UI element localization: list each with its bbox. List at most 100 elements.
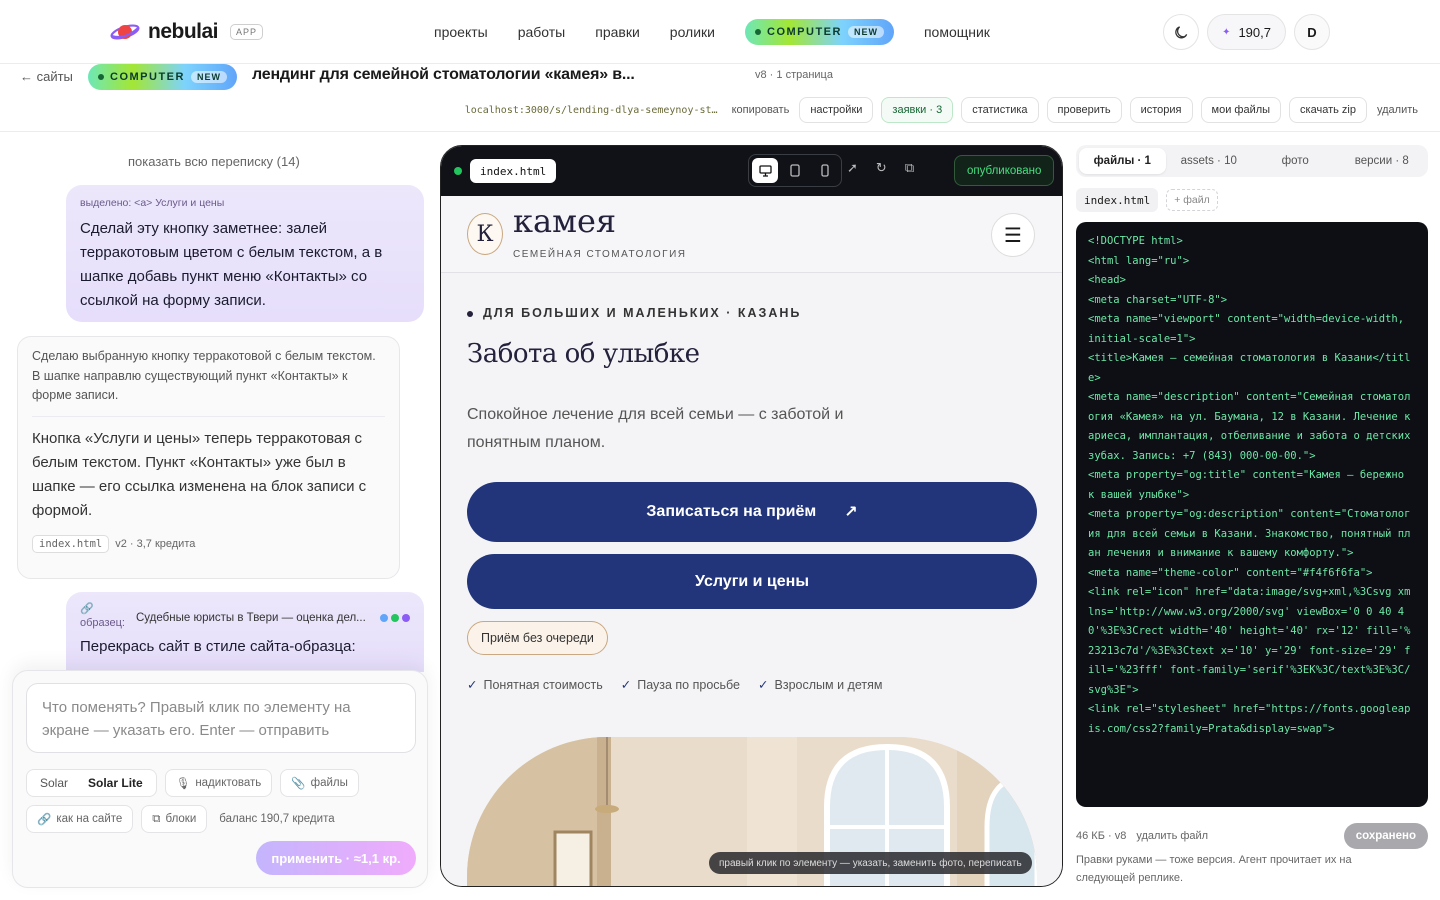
planet-icon xyxy=(110,24,140,40)
prompt-input[interactable]: Что поменять? Правый клик по элементу на… xyxy=(26,683,416,753)
delete-project-link[interactable]: удалить xyxy=(1375,104,1420,116)
selected-element-label: выделено: <a> Услуги и цены xyxy=(80,197,225,209)
hamburger-menu-icon[interactable]: ☰ xyxy=(991,213,1035,257)
book-appointment-button[interactable]: Записаться на приём ↗ xyxy=(467,482,1037,542)
site-subtitle: СЕМЕЙНАЯ СТОМАТОЛОГИЯ xyxy=(513,249,687,260)
mic-icon: 🎙 xyxy=(175,778,191,790)
credit-star-icon: ✦ xyxy=(1222,26,1231,38)
user-message-text: Сделай эту кнопку заметнее: залей террак… xyxy=(80,220,383,309)
file-size-version: 46 КБ · v8 xyxy=(1076,830,1127,842)
tab-files[interactable]: файлы · 1 xyxy=(1079,148,1166,174)
tab-assets[interactable]: assets · 10 xyxy=(1166,148,1253,174)
status-dot xyxy=(755,29,761,35)
published-button[interactable]: опубликовано xyxy=(954,155,1055,186)
panel-tabs: файлы · 1 assets · 10 фото версии · 8 xyxy=(1076,145,1428,177)
main-menu: проекты работы правки ролики COMPUTER NE… xyxy=(434,0,990,64)
blocks-button[interactable]: ⧉ блоки xyxy=(141,805,208,833)
back-to-sites-link[interactable]: ← сайты xyxy=(20,69,73,84)
balance-value: 190,7 xyxy=(1238,24,1271,40)
services-prices-button[interactable]: Услуги и цены xyxy=(467,554,1037,609)
arrow-up-right-icon: ↗ xyxy=(844,504,858,521)
site-url[interactable]: localhost:3000/s/lending-dlya-semeynoy-s… xyxy=(465,105,718,116)
top-right-controls: ✦ 190,7 D xyxy=(1163,14,1330,50)
link-icon: 🔗 xyxy=(37,814,52,826)
paperclip-icon: 📎 xyxy=(291,778,306,790)
app-badge: APP xyxy=(230,24,264,40)
add-file-button[interactable]: + файл xyxy=(1166,189,1218,211)
code-footer: 46 КБ · v8 удалить файл сохранено xyxy=(1076,823,1428,849)
file-chip-index[interactable]: index.html xyxy=(1076,188,1159,212)
blocks-icon: ⧉ xyxy=(152,812,161,825)
requests-button[interactable]: заявки · 3 xyxy=(881,97,954,123)
show-all-chat-link[interactable]: показать всю переписку (14) xyxy=(128,154,300,169)
user-message-sample: 🔗 образец: Судебные юристы в Твери — оце… xyxy=(66,592,424,672)
user-message: выделено: <a> Услуги и цены Сделай эту к… xyxy=(66,185,424,322)
check-icon: ✓ xyxy=(467,678,478,692)
history-button[interactable]: история xyxy=(1129,97,1193,123)
code-editor[interactable]: <!DOCTYPE html> <html lang="ru"> <head> … xyxy=(1076,222,1428,807)
balance-button[interactable]: ✦ 190,7 xyxy=(1207,14,1286,50)
feature-checks: ✓ Понятная стоимость ✓ Пауза по просьбе ✓ В… xyxy=(467,677,882,692)
walk-in-badge[interactable]: Приём без очереди xyxy=(467,621,608,655)
attach-files-button[interactable]: 📎 файлы xyxy=(280,769,359,797)
refresh-icon[interactable]: ↻ xyxy=(876,160,887,176)
menu-works[interactable]: работы xyxy=(518,24,566,40)
new-badge: NEW xyxy=(190,71,227,83)
apply-button[interactable]: применить · ≈1,1 кр. xyxy=(256,841,416,875)
check-button[interactable]: проверить xyxy=(1046,97,1122,123)
stats-button[interactable]: статистика xyxy=(961,97,1039,123)
file-tag[interactable]: index.html xyxy=(32,534,110,553)
site-eyebrow: ДЛЯ БОЛЬШИХ И МАЛЕНЬКИХ · КАЗАНЬ xyxy=(467,306,801,320)
desktop-icon[interactable] xyxy=(752,158,778,183)
version-info: v8 · 1 страница xyxy=(755,69,833,81)
version-cost: v2 · 3,7 кредита xyxy=(115,537,196,550)
pointer-icon[interactable]: ➚ xyxy=(847,160,858,176)
theme-toggle-button[interactable] xyxy=(1163,14,1200,50)
sample-reference: 🔗 образец: Судебные юристы в Твери — оце… xyxy=(80,602,410,630)
like-site-button[interactable]: 🔗 как на сайте xyxy=(26,805,134,833)
site-name[interactable]: камея xyxy=(513,202,616,240)
site-logo-mark[interactable]: К xyxy=(467,213,503,255)
computer-new-pill-secondary[interactable]: COMPUTER NEW xyxy=(88,64,237,90)
brand-logo[interactable]: nebulai APP xyxy=(110,20,264,44)
model-selector: Solar Solar Lite xyxy=(26,769,157,797)
sample-palette xyxy=(380,614,410,622)
download-zip-button[interactable]: скачать zip xyxy=(1289,97,1367,123)
tablet-icon[interactable] xyxy=(782,158,808,183)
moon-icon xyxy=(1174,25,1187,38)
my-files-button[interactable]: мои файлы xyxy=(1200,97,1282,123)
tab-photos[interactable]: фото xyxy=(1252,148,1339,174)
open-external-icon[interactable]: ⧉ xyxy=(905,160,914,176)
assistant-message-meta: index.html v2 · 3,7 кредита xyxy=(32,534,385,553)
check-icon: ✓ xyxy=(620,678,632,692)
computer-new-pill[interactable]: COMPUTER NEW xyxy=(745,19,894,45)
tab-versions[interactable]: версии · 8 xyxy=(1339,148,1426,174)
top-nav: nebulai APP проекты работы правки ролики… xyxy=(0,0,1440,64)
mobile-icon[interactable] xyxy=(812,158,838,183)
model-solar-lite[interactable]: Solar Lite xyxy=(78,776,153,790)
composer-balance: баланс 190,7 кредита xyxy=(219,813,335,825)
avatar[interactable]: D xyxy=(1294,14,1330,50)
preview-file-tab[interactable]: index.html xyxy=(470,159,557,183)
dictate-button[interactable]: 🎙 надиктовать xyxy=(164,769,273,797)
delete-file-link[interactable]: удалить файл xyxy=(1136,830,1208,842)
project-actions: localhost:3000/s/lending-dlya-semeynoy-s… xyxy=(465,97,1420,123)
settings-button[interactable]: настройки xyxy=(799,97,874,123)
menu-projects[interactable]: проекты xyxy=(434,24,488,40)
feature-check: ✓ Понятная стоимость xyxy=(467,678,603,692)
user-message-text: Перекрась сайт в стиле сайта-образца: xyxy=(80,638,356,655)
new-badge: NEW xyxy=(847,26,884,38)
sample-site-title[interactable]: Судебные юристы в Твери — оценка дел... xyxy=(136,612,374,624)
manual-edit-note: Правки руками — тоже версия. Агент прочи… xyxy=(1076,854,1352,884)
model-solar[interactable]: Solar xyxy=(30,776,78,790)
live-dot xyxy=(454,167,462,175)
composer: Что поменять? Правый клик по элементу на… xyxy=(12,670,428,888)
saved-button[interactable]: сохранено xyxy=(1343,823,1428,849)
menu-videos[interactable]: ролики xyxy=(670,24,715,40)
copy-url-link[interactable]: копировать xyxy=(730,104,792,116)
menu-edits[interactable]: правки xyxy=(595,24,640,40)
brand-name: nebulai xyxy=(148,20,219,43)
file-list: index.html + файл xyxy=(1076,188,1218,212)
menu-assistant[interactable]: помощник xyxy=(924,24,990,40)
feature-check: ✓ Взрослым и детям xyxy=(758,678,883,692)
